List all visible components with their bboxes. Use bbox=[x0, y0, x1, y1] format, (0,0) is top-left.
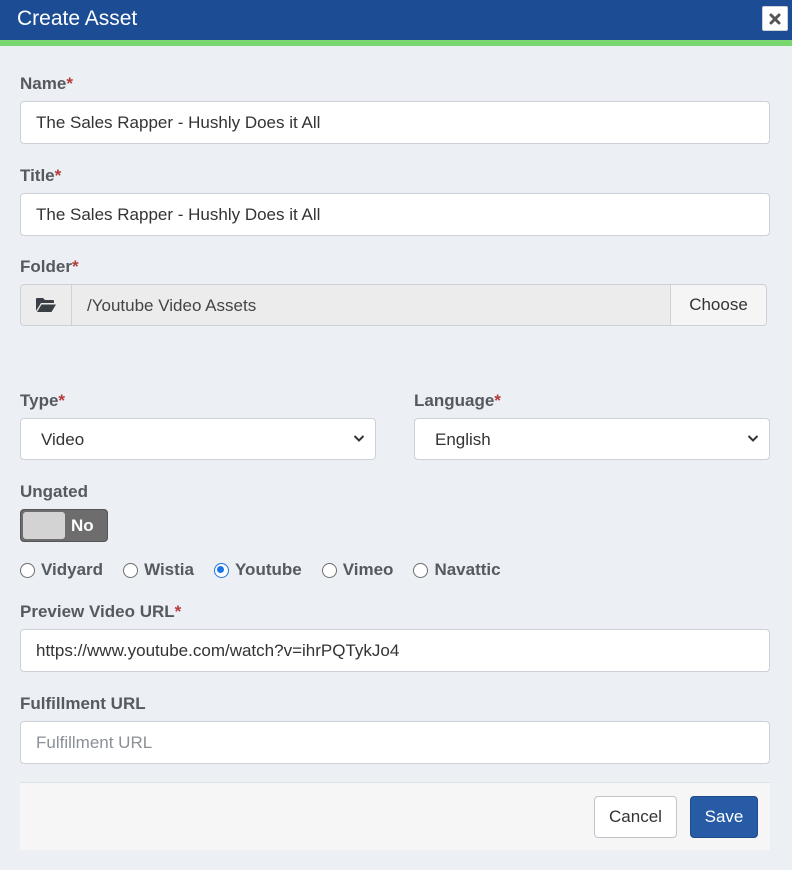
ungated-label: Ungated bbox=[20, 482, 88, 501]
radio-label: Navattic bbox=[434, 560, 501, 579]
language-selected-value: English bbox=[435, 430, 491, 449]
cancel-button[interactable]: Cancel bbox=[594, 796, 677, 838]
radio-button[interactable] bbox=[123, 562, 139, 578]
radio-youtube[interactable]: Youtube bbox=[213, 560, 302, 580]
radio-wistia[interactable]: Wistia bbox=[123, 560, 194, 580]
radio-label: Vimeo bbox=[342, 560, 394, 579]
radio-vidyard[interactable]: Vidyard bbox=[20, 560, 103, 580]
language-label: Language* bbox=[414, 391, 501, 410]
radio-label: Wistia bbox=[144, 560, 194, 579]
preview-video-url-input[interactable] bbox=[20, 629, 770, 672]
save-button[interactable]: Save bbox=[690, 796, 758, 838]
header-accent-stripe bbox=[0, 40, 792, 46]
type-label: Type* bbox=[20, 391, 66, 410]
dialog-header: Create Asset bbox=[0, 0, 792, 40]
toggle-state-label: No bbox=[71, 516, 94, 535]
close-icon bbox=[769, 13, 781, 24]
folder-path-display: /Youtube Video Assets bbox=[71, 284, 671, 326]
dialog-title: Create Asset bbox=[17, 7, 138, 30]
radio-vimeo[interactable]: Vimeo bbox=[321, 560, 394, 580]
name-label: Name* bbox=[20, 74, 73, 93]
chevron-down-icon bbox=[747, 435, 759, 442]
radio-navattic[interactable]: Navattic bbox=[413, 560, 501, 580]
radio-button[interactable] bbox=[321, 562, 337, 578]
radio-button[interactable] bbox=[413, 562, 429, 578]
fulfillment-url-label: Fulfillment URL bbox=[20, 694, 146, 713]
type-selected-value: Video bbox=[41, 430, 85, 449]
close-button[interactable] bbox=[762, 6, 788, 31]
radio-button-selected[interactable] bbox=[213, 562, 229, 578]
dialog-footer: Cancel Save bbox=[20, 782, 770, 850]
title-input[interactable] bbox=[20, 193, 770, 236]
type-select[interactable]: Video bbox=[20, 418, 376, 460]
fulfillment-url-input[interactable] bbox=[20, 721, 770, 764]
title-label: Title* bbox=[20, 166, 62, 185]
toggle-knob bbox=[23, 512, 65, 539]
radio-button[interactable] bbox=[20, 562, 35, 578]
radio-label: Vidyard bbox=[41, 560, 104, 579]
folder-icon-button[interactable] bbox=[20, 284, 72, 326]
preview-video-url-label: Preview Video URL* bbox=[20, 602, 182, 621]
folder-label: Folder* bbox=[20, 257, 79, 276]
video-provider-radio-group: Vidyard Wistia Youtube Vimeo Navattic bbox=[20, 558, 521, 582]
ungated-toggle[interactable]: No bbox=[20, 509, 108, 542]
radio-label: Youtube bbox=[234, 560, 302, 579]
name-input[interactable] bbox=[20, 101, 770, 144]
folder-open-icon bbox=[36, 298, 56, 312]
language-select[interactable]: English bbox=[414, 418, 770, 460]
choose-folder-button[interactable]: Choose bbox=[670, 284, 767, 326]
chevron-down-icon bbox=[353, 435, 365, 442]
